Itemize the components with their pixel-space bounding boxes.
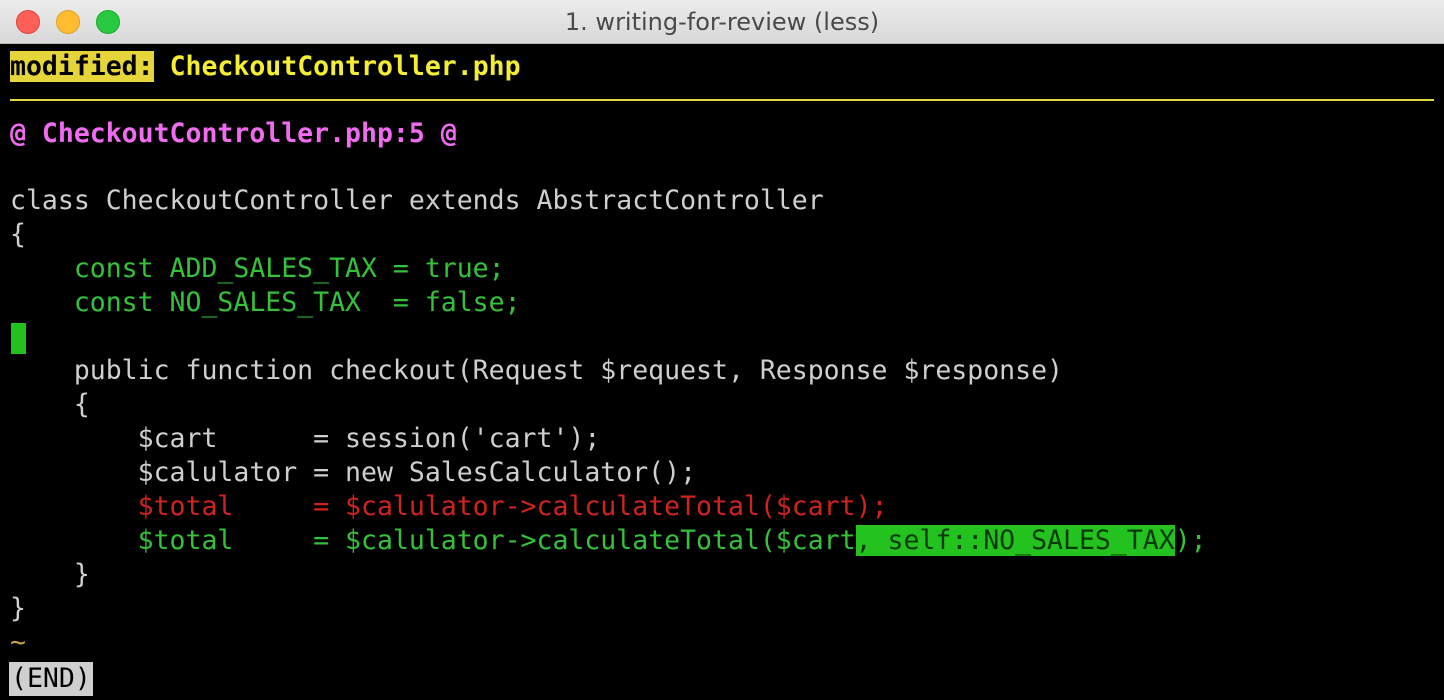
terminal-window: 1. writing-for-review (less) modified: C… [0,0,1444,700]
added-line-total-suffix: ); [1174,525,1207,556]
hunk-header: @ CheckoutController.php:5 @ [10,118,457,149]
diff-file-name: CheckoutController.php [169,51,521,82]
terminal-content[interactable]: modified: CheckoutController.php @ Check… [0,44,1444,700]
code-line-class-close: } [10,593,26,624]
code-line-func-close: } [10,559,90,590]
added-word-highlight: , self::NO_SALES_TAX [855,525,1175,556]
window-title: 1. writing-for-review (less) [564,8,880,36]
added-blank-line-marker [11,323,26,354]
title-bar[interactable]: 1. writing-for-review (less) [0,0,1444,44]
code-line-func-open: { [10,389,90,420]
code-line-calc: $calulator = new SalesCalculator(); [10,457,697,488]
header-divider [10,99,1434,101]
added-line-const-no: const NO_SALES_TAX = false; [10,287,521,318]
added-line-total-prefix: $total = $calulator->calculateTotal($car… [10,525,856,556]
pager-end-marker: (END) [9,662,93,696]
diff-file-header: modified: CheckoutController.php [10,51,521,83]
added-line-const-add: const ADD_SALES_TAX = true; [10,253,505,284]
code-line-func-decl: public function checkout(Request $reques… [10,355,1063,386]
removed-line-total: $total = $calulator->calculateTotal($car… [10,491,888,522]
added-line-total: $total = $calulator->calculateTotal($car… [10,525,1207,557]
modified-tag: modified: [10,51,154,82]
end-of-file-tilde: ~ [10,627,26,658]
code-line-class-decl: class CheckoutController extends Abstrac… [10,185,824,216]
code-line-cart: $cart = session('cart'); [10,423,601,454]
code-line-class-open: { [10,219,26,250]
